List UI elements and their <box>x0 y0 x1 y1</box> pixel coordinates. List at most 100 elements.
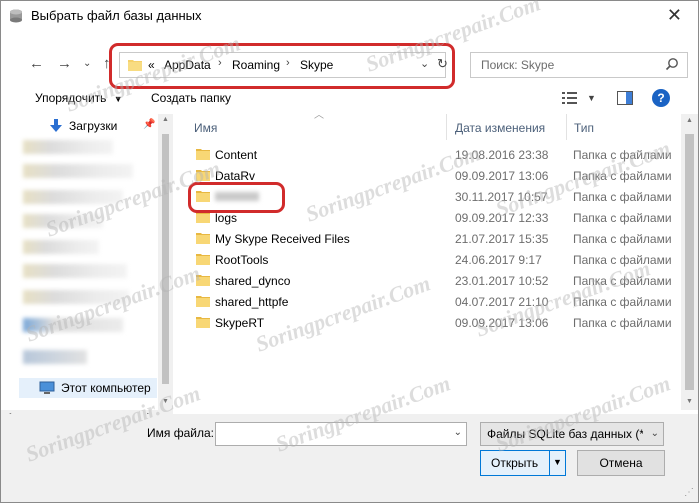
column-divider[interactable] <box>566 114 567 140</box>
navigation-bar: ← → ⌄ ↑ « AppData › Roaming › Skype ⌄ ↻ … <box>1 43 698 89</box>
file-name: shared_dynco <box>215 274 291 288</box>
scroll-up-icon[interactable]: ▲ <box>686 117 693 124</box>
search-icon[interactable] <box>665 57 679 71</box>
scroll-thumb[interactable] <box>685 134 694 390</box>
view-options-icon[interactable] <box>561 90 579 106</box>
chevron-down-icon: ▼ <box>113 94 123 104</box>
folder-icon <box>196 275 210 286</box>
file-name: RootTools <box>215 253 269 267</box>
preview-pane-icon[interactable] <box>617 91 633 105</box>
recent-dropdown-icon[interactable]: ⌄ <box>83 58 91 69</box>
list-item[interactable]: shared_httpfe 04.07.2017 21:10 Папка с ф… <box>184 292 684 312</box>
file-type: Папка с файлами <box>573 253 672 267</box>
download-arrow-icon <box>50 119 62 132</box>
title-bar: Выбрать файл базы данных ✕ <box>1 1 698 31</box>
column-divider[interactable] <box>446 114 447 140</box>
file-type: Папка с файлами <box>573 190 672 204</box>
command-bar: Упорядочить ▼ Создать папку ▼ ? <box>1 86 698 112</box>
nav-label-this-pc: Этот компьютер <box>61 381 151 395</box>
file-date: 04.07.2017 21:10 <box>455 295 549 309</box>
column-header-type[interactable]: Тип <box>574 121 594 135</box>
scroll-down-icon[interactable]: ▼ <box>162 398 169 405</box>
scroll-thumb[interactable] <box>162 134 169 384</box>
blurred-nav-item[interactable] <box>23 290 129 304</box>
forward-arrow-icon[interactable]: → <box>57 55 72 72</box>
file-date: 09.09.2017 13:06 <box>455 169 549 183</box>
blurred-nav-item[interactable] <box>23 240 99 254</box>
nav-item-downloads[interactable]: Загрузки 📌 <box>23 116 155 136</box>
file-highlight-frame <box>188 182 285 213</box>
organize-button[interactable]: Упорядочить ▼ <box>35 91 123 105</box>
sort-indicator-icon: ︿ <box>314 110 324 121</box>
file-list: ︿ Имя Дата изменения Тип Content 19.08.2… <box>174 110 698 410</box>
filter-value: Файлы SQLite баз данных (*.db) <box>487 427 643 441</box>
organize-label: Упорядочить <box>35 91 107 105</box>
file-type: Папка с файлами <box>573 316 672 330</box>
column-header-date[interactable]: Дата изменения <box>455 121 545 135</box>
window-title: Выбрать файл базы данных <box>31 8 202 23</box>
list-item[interactable]: Content 19.08.2016 23:38 Папка с файлами <box>184 145 684 165</box>
cancel-label: Отмена <box>599 456 643 470</box>
open-button[interactable]: Открыть ▼ <box>480 450 566 476</box>
navigation-pane: Загрузки 📌 Этот компьютер ▲ ▼ <box>1 114 173 410</box>
dialog-footer: Имя файла: ⌄ Файлы SQLite баз данных (*.… <box>1 414 698 502</box>
file-list-scrollbar[interactable]: ▲ ▼ <box>681 114 698 410</box>
cancel-button[interactable]: Отмена <box>577 450 665 476</box>
blurred-nav-item[interactable] <box>23 190 123 204</box>
file-type-filter[interactable]: Файлы SQLite баз данных (*.db) ⌄ <box>480 422 664 446</box>
help-icon[interactable]: ? <box>652 89 670 107</box>
file-name: shared_httpfe <box>215 295 289 309</box>
chevron-down-icon[interactable]: ⌄ <box>651 428 659 439</box>
pin-icon[interactable]: 📌 <box>143 119 155 130</box>
database-icon <box>10 9 22 23</box>
blurred-nav-item[interactable] <box>23 164 133 178</box>
file-name: DataRv <box>215 169 256 183</box>
resize-grip-icon[interactable]: ⋰ <box>684 487 694 498</box>
view-dropdown-icon[interactable]: ▼ <box>587 93 596 103</box>
list-item[interactable]: shared_dynco 23.01.2017 10:52 Папка с фа… <box>184 271 684 291</box>
chevron-down-icon[interactable]: ⌄ <box>454 427 462 438</box>
file-name: My Skype Received Files <box>215 232 350 246</box>
file-date: 09.09.2017 12:33 <box>455 211 549 225</box>
blurred-nav-item[interactable] <box>23 140 113 154</box>
search-input[interactable]: Поиск: Skype <box>481 58 554 72</box>
computer-icon <box>39 381 55 394</box>
search-box[interactable]: Поиск: Skype <box>470 52 688 78</box>
file-date: 30.11.2017 10:57 <box>455 190 548 204</box>
filename-field[interactable]: ⌄ <box>215 422 467 446</box>
file-type: Папка с файлами <box>573 148 672 162</box>
navpane-scrollbar[interactable]: ▲ ▼ <box>158 114 173 410</box>
folder-icon <box>196 233 210 244</box>
address-highlight-frame <box>109 43 455 89</box>
file-type: Папка с файлами <box>573 274 672 288</box>
file-type: Папка с файлами <box>573 169 672 183</box>
folder-icon <box>196 149 210 160</box>
file-date: 21.07.2017 15:35 <box>455 232 549 246</box>
list-item[interactable]: My Skype Received Files 21.07.2017 15:35… <box>184 229 684 249</box>
nav-label-downloads: Загрузки <box>69 119 118 133</box>
folder-icon <box>196 170 210 181</box>
scroll-up-icon[interactable]: ▲ <box>162 116 169 123</box>
blurred-nav-item[interactable] <box>23 350 87 364</box>
open-dropdown-icon[interactable]: ▼ <box>553 457 562 467</box>
blurred-nav-item[interactable] <box>23 264 127 278</box>
new-folder-button[interactable]: Создать папку <box>151 91 231 105</box>
blurred-nav-item[interactable] <box>23 318 123 332</box>
file-name: SkypeRT <box>215 316 265 330</box>
column-header-name[interactable]: Имя <box>194 121 217 135</box>
blurred-nav-item[interactable] <box>23 214 103 228</box>
nav-item-this-pc[interactable]: Этот компьютер <box>19 378 157 398</box>
open-label: Открыть <box>491 456 539 470</box>
file-name: logs <box>215 211 238 225</box>
file-name: Content <box>215 148 258 162</box>
back-arrow-icon[interactable]: ← <box>29 55 44 72</box>
file-date: 19.08.2016 23:38 <box>455 148 549 162</box>
list-item[interactable]: RootTools 24.06.2017 9:17 Папка с файлам… <box>184 250 684 270</box>
folder-icon <box>196 254 210 265</box>
close-icon[interactable]: ✕ <box>667 5 682 26</box>
file-type: Папка с файлами <box>573 232 672 246</box>
list-item[interactable]: SkypeRT 09.09.2017 13:06 Папка с файлами <box>184 313 684 333</box>
filename-label: Имя файла: <box>147 426 214 440</box>
scroll-down-icon[interactable]: ▼ <box>686 398 693 405</box>
file-type: Папка с файлами <box>573 211 672 225</box>
